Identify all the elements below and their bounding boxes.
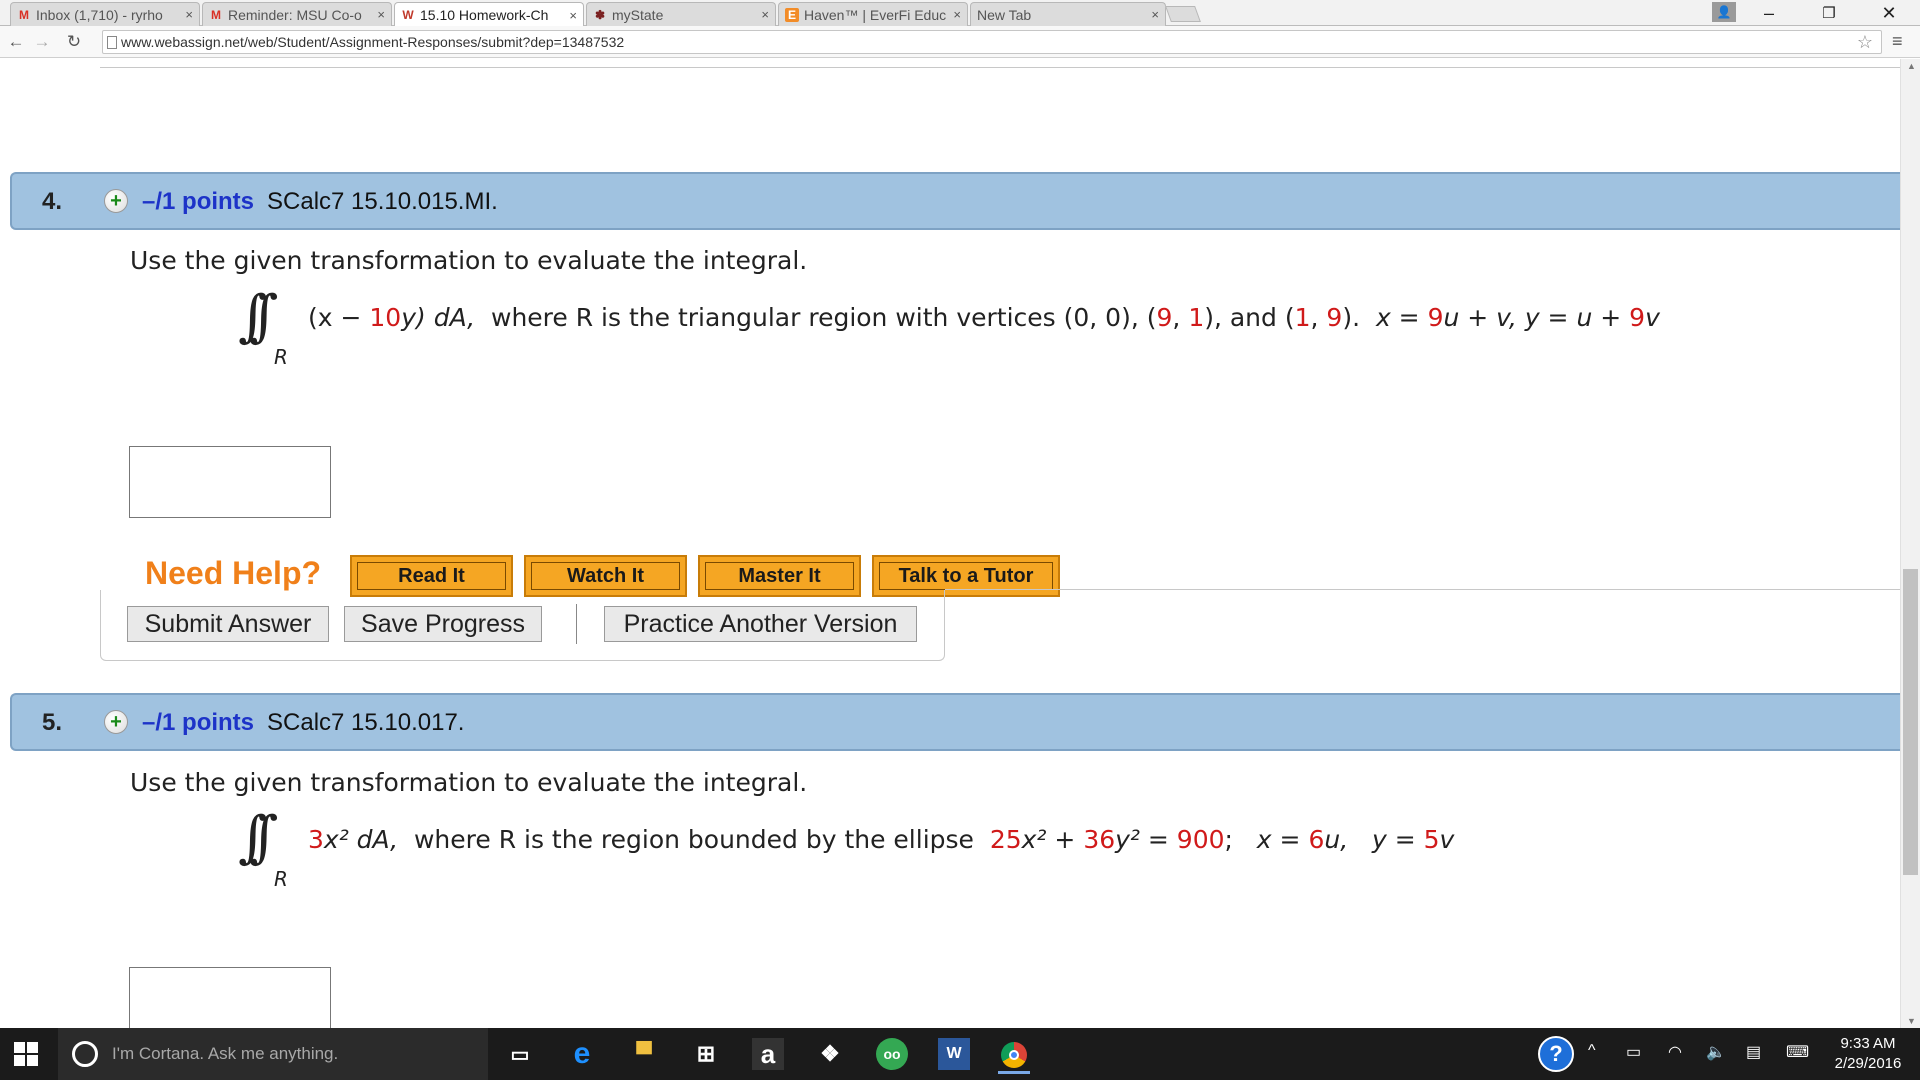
divider bbox=[576, 604, 577, 644]
window-close-icon[interactable]: ✕ bbox=[1866, 0, 1912, 26]
cortana-icon bbox=[72, 1041, 98, 1067]
tab-mystate[interactable]: ✽ myState × bbox=[586, 2, 776, 26]
webassign-icon: W bbox=[402, 8, 414, 22]
tab-label: Reminder: MSU Co-o bbox=[228, 6, 362, 23]
notifications-icon[interactable]: ▤ bbox=[1746, 1042, 1761, 1062]
restore-icon[interactable]: ❐ bbox=[1806, 0, 1852, 26]
clock-time: 9:33 AM bbox=[1840, 1035, 1896, 1052]
plus-icon[interactable]: + bbox=[104, 189, 128, 213]
windows-start-icon[interactable] bbox=[14, 1042, 38, 1066]
task-view-icon[interactable]: ▭ bbox=[504, 1038, 536, 1070]
submit-answer-button[interactable]: Submit Answer bbox=[127, 606, 329, 642]
tripadvisor-icon[interactable]: oo bbox=[876, 1038, 908, 1070]
close-icon[interactable]: × bbox=[569, 8, 577, 23]
scroll-thumb[interactable] bbox=[1903, 569, 1918, 875]
wifi-icon[interactable]: ◠ bbox=[1668, 1042, 1682, 1062]
close-icon[interactable]: × bbox=[185, 7, 193, 22]
paw-icon: ✽ bbox=[594, 7, 606, 22]
question-number: 4. bbox=[42, 188, 63, 215]
gmail-icon: M bbox=[19, 7, 29, 22]
clock-date: 2/29/2016 bbox=[1834, 1055, 1902, 1072]
save-progress-button[interactable]: Save Progress bbox=[344, 606, 542, 642]
tab-label: 15.10 Homework-Ch bbox=[420, 7, 549, 23]
tab-reminder[interactable]: M Reminder: MSU Co-o × bbox=[202, 2, 392, 26]
close-icon[interactable]: × bbox=[377, 7, 385, 22]
page-content: 4. + –/1 points SCalc7 15.10.015.MI. Use… bbox=[0, 59, 1900, 1028]
tab-inbox[interactable]: M Inbox (1,710) - ryrho × bbox=[10, 2, 200, 26]
math-expression: 3x² dA, where R is the region bounded by… bbox=[308, 825, 1455, 854]
everfi-icon: E bbox=[785, 7, 799, 22]
store-icon[interactable]: ⊞ bbox=[690, 1038, 722, 1070]
amazon-icon[interactable]: a bbox=[752, 1038, 784, 1070]
close-icon[interactable]: × bbox=[761, 7, 769, 22]
answer-input[interactable] bbox=[129, 967, 331, 1028]
keyboard-icon[interactable]: ⌨ bbox=[1786, 1042, 1809, 1062]
dropbox-icon[interactable]: ❖ bbox=[814, 1038, 846, 1070]
close-icon[interactable]: × bbox=[953, 7, 961, 22]
file-explorer-icon[interactable]: ▀ bbox=[628, 1038, 660, 1070]
tab-label: myState bbox=[612, 6, 664, 23]
word-icon[interactable]: W bbox=[938, 1038, 970, 1070]
tray-chevron-icon[interactable]: ^ bbox=[1588, 1042, 1596, 1060]
bookmark-star-icon[interactable]: ☆ bbox=[1857, 32, 1873, 53]
profile-icon[interactable]: 👤 bbox=[1712, 2, 1736, 22]
answer-input[interactable] bbox=[129, 446, 331, 518]
edge-icon[interactable]: e bbox=[566, 1037, 598, 1070]
volume-muted-icon[interactable]: 🔈 bbox=[1706, 1042, 1726, 1062]
gmail-icon: M bbox=[211, 7, 221, 22]
url-text: www.webassign.net/web/Student/Assignment… bbox=[121, 34, 625, 50]
page-icon bbox=[107, 36, 117, 49]
action-bar: Submit Answer Save Progress Practice Ano… bbox=[100, 589, 1900, 661]
scroll-down-icon[interactable]: ▼ bbox=[1907, 1016, 1916, 1026]
browser-toolbar: ← → ↻ www.webassign.net/web/Student/Assi… bbox=[0, 26, 1920, 58]
chrome-menu-icon[interactable]: ≡ bbox=[1892, 31, 1903, 52]
tab-newtab[interactable]: New Tab × bbox=[970, 2, 1166, 26]
clock[interactable]: 9:33 AM 2/29/2016 bbox=[1826, 1034, 1910, 1074]
question-number: 5. bbox=[42, 709, 63, 736]
tab-homework[interactable]: W 15.10 Homework-Ch × bbox=[394, 2, 584, 27]
need-help-label: Need Help? bbox=[145, 555, 322, 591]
forward-icon[interactable]: → bbox=[32, 32, 52, 52]
points-link[interactable]: –/1 points bbox=[142, 709, 254, 737]
help-icon[interactable]: ? bbox=[1538, 1036, 1574, 1072]
plus-icon[interactable]: + bbox=[104, 710, 128, 734]
battery-icon[interactable]: ▭ bbox=[1626, 1042, 1641, 1062]
points-link[interactable]: –/1 points bbox=[142, 188, 254, 216]
new-tab-button[interactable] bbox=[1165, 6, 1201, 22]
question-code: SCalc7 15.10.017. bbox=[267, 709, 465, 736]
question-code: SCalc7 15.10.015.MI. bbox=[267, 188, 498, 215]
integral-region: R bbox=[274, 867, 288, 891]
reload-icon[interactable]: ↻ bbox=[64, 32, 84, 52]
double-integral-icon: ∫∫ bbox=[238, 805, 279, 870]
question-header: 4. + –/1 points SCalc7 15.10.015.MI. bbox=[10, 172, 1900, 230]
integral-region: R bbox=[274, 345, 288, 369]
minimize-icon[interactable]: – bbox=[1746, 0, 1792, 26]
address-bar[interactable]: www.webassign.net/web/Student/Assignment… bbox=[102, 30, 1882, 54]
double-integral-icon: ∫∫ bbox=[238, 284, 279, 349]
tab-label: Haven™ | EverFi Educ bbox=[804, 6, 947, 23]
divider bbox=[100, 67, 1900, 68]
close-icon[interactable]: × bbox=[1151, 7, 1159, 22]
taskbar: I'm Cortana. Ask me anything. ▭ e ▀ ⊞ a … bbox=[0, 1028, 1920, 1080]
cortana-search[interactable]: I'm Cortana. Ask me anything. bbox=[58, 1028, 488, 1080]
cortana-placeholder: I'm Cortana. Ask me anything. bbox=[112, 1044, 339, 1063]
practice-another-version-button[interactable]: Practice Another Version bbox=[604, 606, 917, 642]
chrome-icon[interactable] bbox=[998, 1038, 1030, 1074]
page-scrollbar[interactable]: ▲ ▼ bbox=[1900, 59, 1920, 1028]
tab-label: Inbox (1,710) - ryrho bbox=[36, 6, 163, 23]
back-icon[interactable]: ← bbox=[6, 32, 26, 52]
tab-label: New Tab bbox=[977, 6, 1032, 23]
tab-strip: M Inbox (1,710) - ryrho × M Reminder: MS… bbox=[0, 0, 1920, 27]
math-expression: (x − 10y) dA, where R is the triangular … bbox=[308, 303, 1660, 332]
instruction: Use the given transformation to evaluate… bbox=[130, 246, 808, 275]
question-header: 5. + –/1 points SCalc7 15.10.017. bbox=[10, 693, 1900, 751]
tab-haven[interactable]: E Haven™ | EverFi Educ × bbox=[778, 2, 968, 26]
scroll-up-icon[interactable]: ▲ bbox=[1907, 61, 1916, 71]
instruction: Use the given transformation to evaluate… bbox=[130, 768, 808, 797]
